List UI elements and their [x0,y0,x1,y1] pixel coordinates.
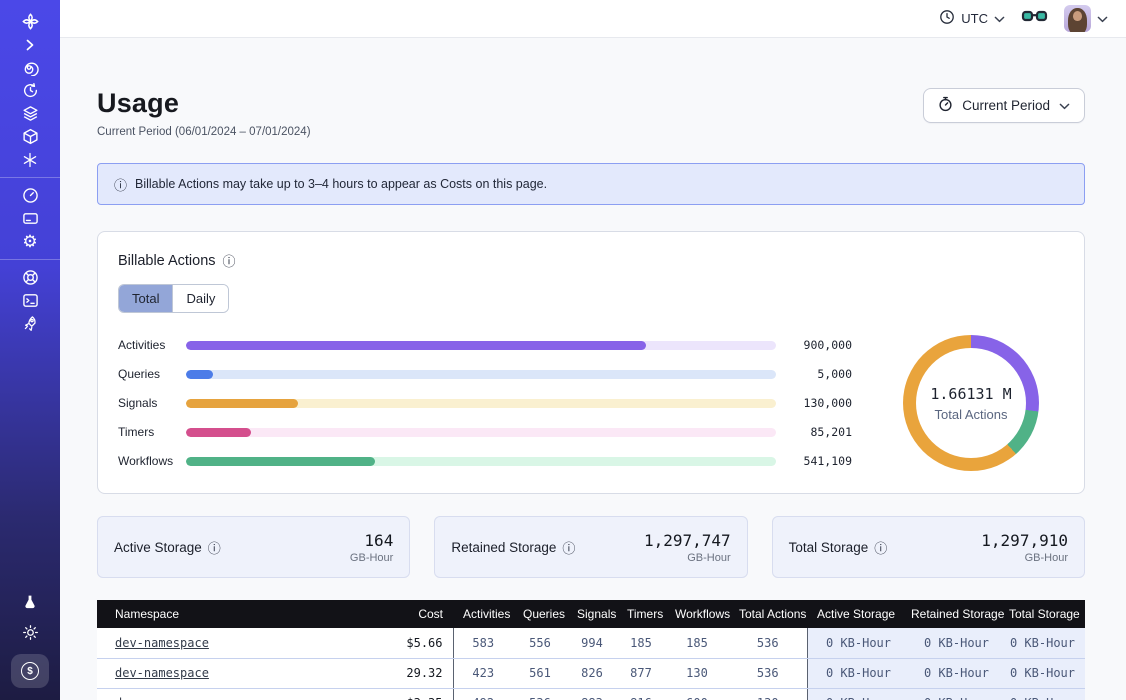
col-total-storage: Total Storage [999,600,1085,628]
billable-actions-card: Billable Actions ⓘ Total Daily Activitie… [97,231,1085,494]
bar-row-signals: Signals 130,000 [118,397,852,410]
active-storage-card: Active Storage ⓘ 164 GB-Hour [97,516,410,578]
total-actions-donut: 1.66131 M Total Actions [903,335,1039,471]
chevron-down-icon [1097,10,1108,28]
bar-workflows [186,457,375,466]
total-actions-label: Total Actions [935,407,1008,422]
col-retained-storage: Retained Storage [901,600,999,628]
terminal-icon[interactable] [12,289,48,312]
col-namespace: Namespace [97,600,337,628]
retained-storage-card: Retained Storage ⓘ 1,297,747 GB-Hour [434,516,747,578]
namespace-usage-table: Namespace Cost Activities Queries Signal… [97,600,1085,700]
bar-row-timers: Timers 85,201 [118,426,852,439]
content-area: Usage Current Period (06/01/2024 – 07/01… [60,38,1126,700]
table-row: dev-namespace 29.32 423 561 826 877 130 … [97,658,1085,688]
info-icon[interactable]: ⓘ [562,538,575,557]
col-workflows: Workflows [665,600,729,628]
namespace-link[interactable]: dev-namespace [115,696,209,700]
col-timers: Timers [617,600,665,628]
clock-arrow-icon[interactable] [12,79,48,102]
table-header-row: Namespace Cost Activities Queries Signal… [97,600,1085,628]
chevron-down-icon [1059,98,1070,113]
gear-icon[interactable]: ⚙ [12,230,48,253]
sidebar: ⚙ [0,0,60,700]
spiral-icon[interactable] [12,56,48,79]
bar-timers [186,428,251,437]
timezone-selector[interactable]: UTC [939,9,1005,28]
total-storage-value: 1,297,910 [981,531,1068,550]
table-row: dev-namespace $5.66 583 556 994 185 185 … [97,628,1085,658]
tab-daily[interactable]: Daily [172,285,228,312]
stopwatch-icon [938,96,953,115]
current-period-button[interactable]: Current Period [923,88,1085,123]
sidebar-divider [0,177,60,178]
namespace-link[interactable]: dev-namespace [115,636,209,650]
flask-icon[interactable] [12,590,48,613]
info-icon[interactable]: ⓘ [874,538,887,557]
billable-actions-tabs: Total Daily [118,284,229,313]
rocket-icon[interactable] [12,312,48,335]
retained-storage-value: 1,297,747 [644,531,731,550]
asterisk-icon[interactable] [12,148,48,171]
storage-cards: Active Storage ⓘ 164 GB-Hour Retained St… [97,516,1085,578]
col-active-storage: Active Storage [807,600,901,628]
col-total-actions: Total Actions [729,600,807,628]
total-storage-card: Total Storage ⓘ 1,297,910 GB-Hour [772,516,1085,578]
table-row: dev-namespace $3.35 492 536 883 816 600 … [97,688,1085,700]
bar-chart: Activities 900,000 Queries 5,000 Signals [118,339,852,468]
col-activities: Activities [453,600,513,628]
bar-row-activities: Activities 900,000 [118,339,852,352]
chevron-down-icon [994,11,1005,26]
lifebuoy-icon[interactable] [12,266,48,289]
avatar [1064,5,1091,32]
user-menu[interactable] [1064,5,1108,32]
app-window: ⚙ [0,0,1126,700]
billable-actions-chart: Activities 900,000 Queries 5,000 Signals [118,335,1064,471]
sun-icon[interactable] [12,621,48,644]
col-cost: Cost [337,600,453,628]
period-button-label: Current Period [962,98,1050,113]
col-queries: Queries [513,600,567,628]
clock-icon [939,9,955,28]
glasses-icon[interactable] [1021,8,1048,29]
info-icon: ⓘ [114,175,127,194]
page-title: Usage [97,88,311,119]
chevron-right-icon[interactable] [12,33,48,56]
page-header: Usage Current Period (06/01/2024 – 07/01… [97,88,1085,138]
sidebar-divider [0,259,60,260]
bar-row-workflows: Workflows 541,109 [118,455,852,468]
bar-activities [186,341,646,350]
tab-total[interactable]: Total [119,285,172,312]
dollar-coin-icon[interactable]: $ [11,654,49,688]
info-icon[interactable]: ⓘ [223,251,236,270]
credit-card-icon[interactable] [12,207,48,230]
bar-queries [186,370,213,379]
col-signals: Signals [567,600,617,628]
billable-actions-title: Billable Actions ⓘ [118,251,1064,270]
cube-icon[interactable] [12,125,48,148]
timezone-label: UTC [961,11,988,26]
donut-chart-area: 1.66131 M Total Actions [878,335,1064,471]
gauge-icon[interactable] [12,184,48,207]
namespace-link[interactable]: dev-namespace [115,666,209,680]
total-actions-value: 1.66131 M [930,385,1011,403]
bar-signals [186,399,298,408]
info-banner: ⓘ Billable Actions may take up to 3–4 ho… [97,163,1085,205]
info-banner-text: Billable Actions may take up to 3–4 hour… [135,177,547,191]
temporal-logo-icon[interactable] [12,10,48,33]
info-icon[interactable]: ⓘ [208,538,221,557]
topbar: UTC [60,0,1126,38]
page-subtitle: Current Period (06/01/2024 – 07/01/2024) [97,126,311,138]
layers-icon[interactable] [12,102,48,125]
bar-row-queries: Queries 5,000 [118,368,852,381]
main-panel: UTC Usage [60,0,1126,700]
active-storage-value: 164 [350,531,393,550]
